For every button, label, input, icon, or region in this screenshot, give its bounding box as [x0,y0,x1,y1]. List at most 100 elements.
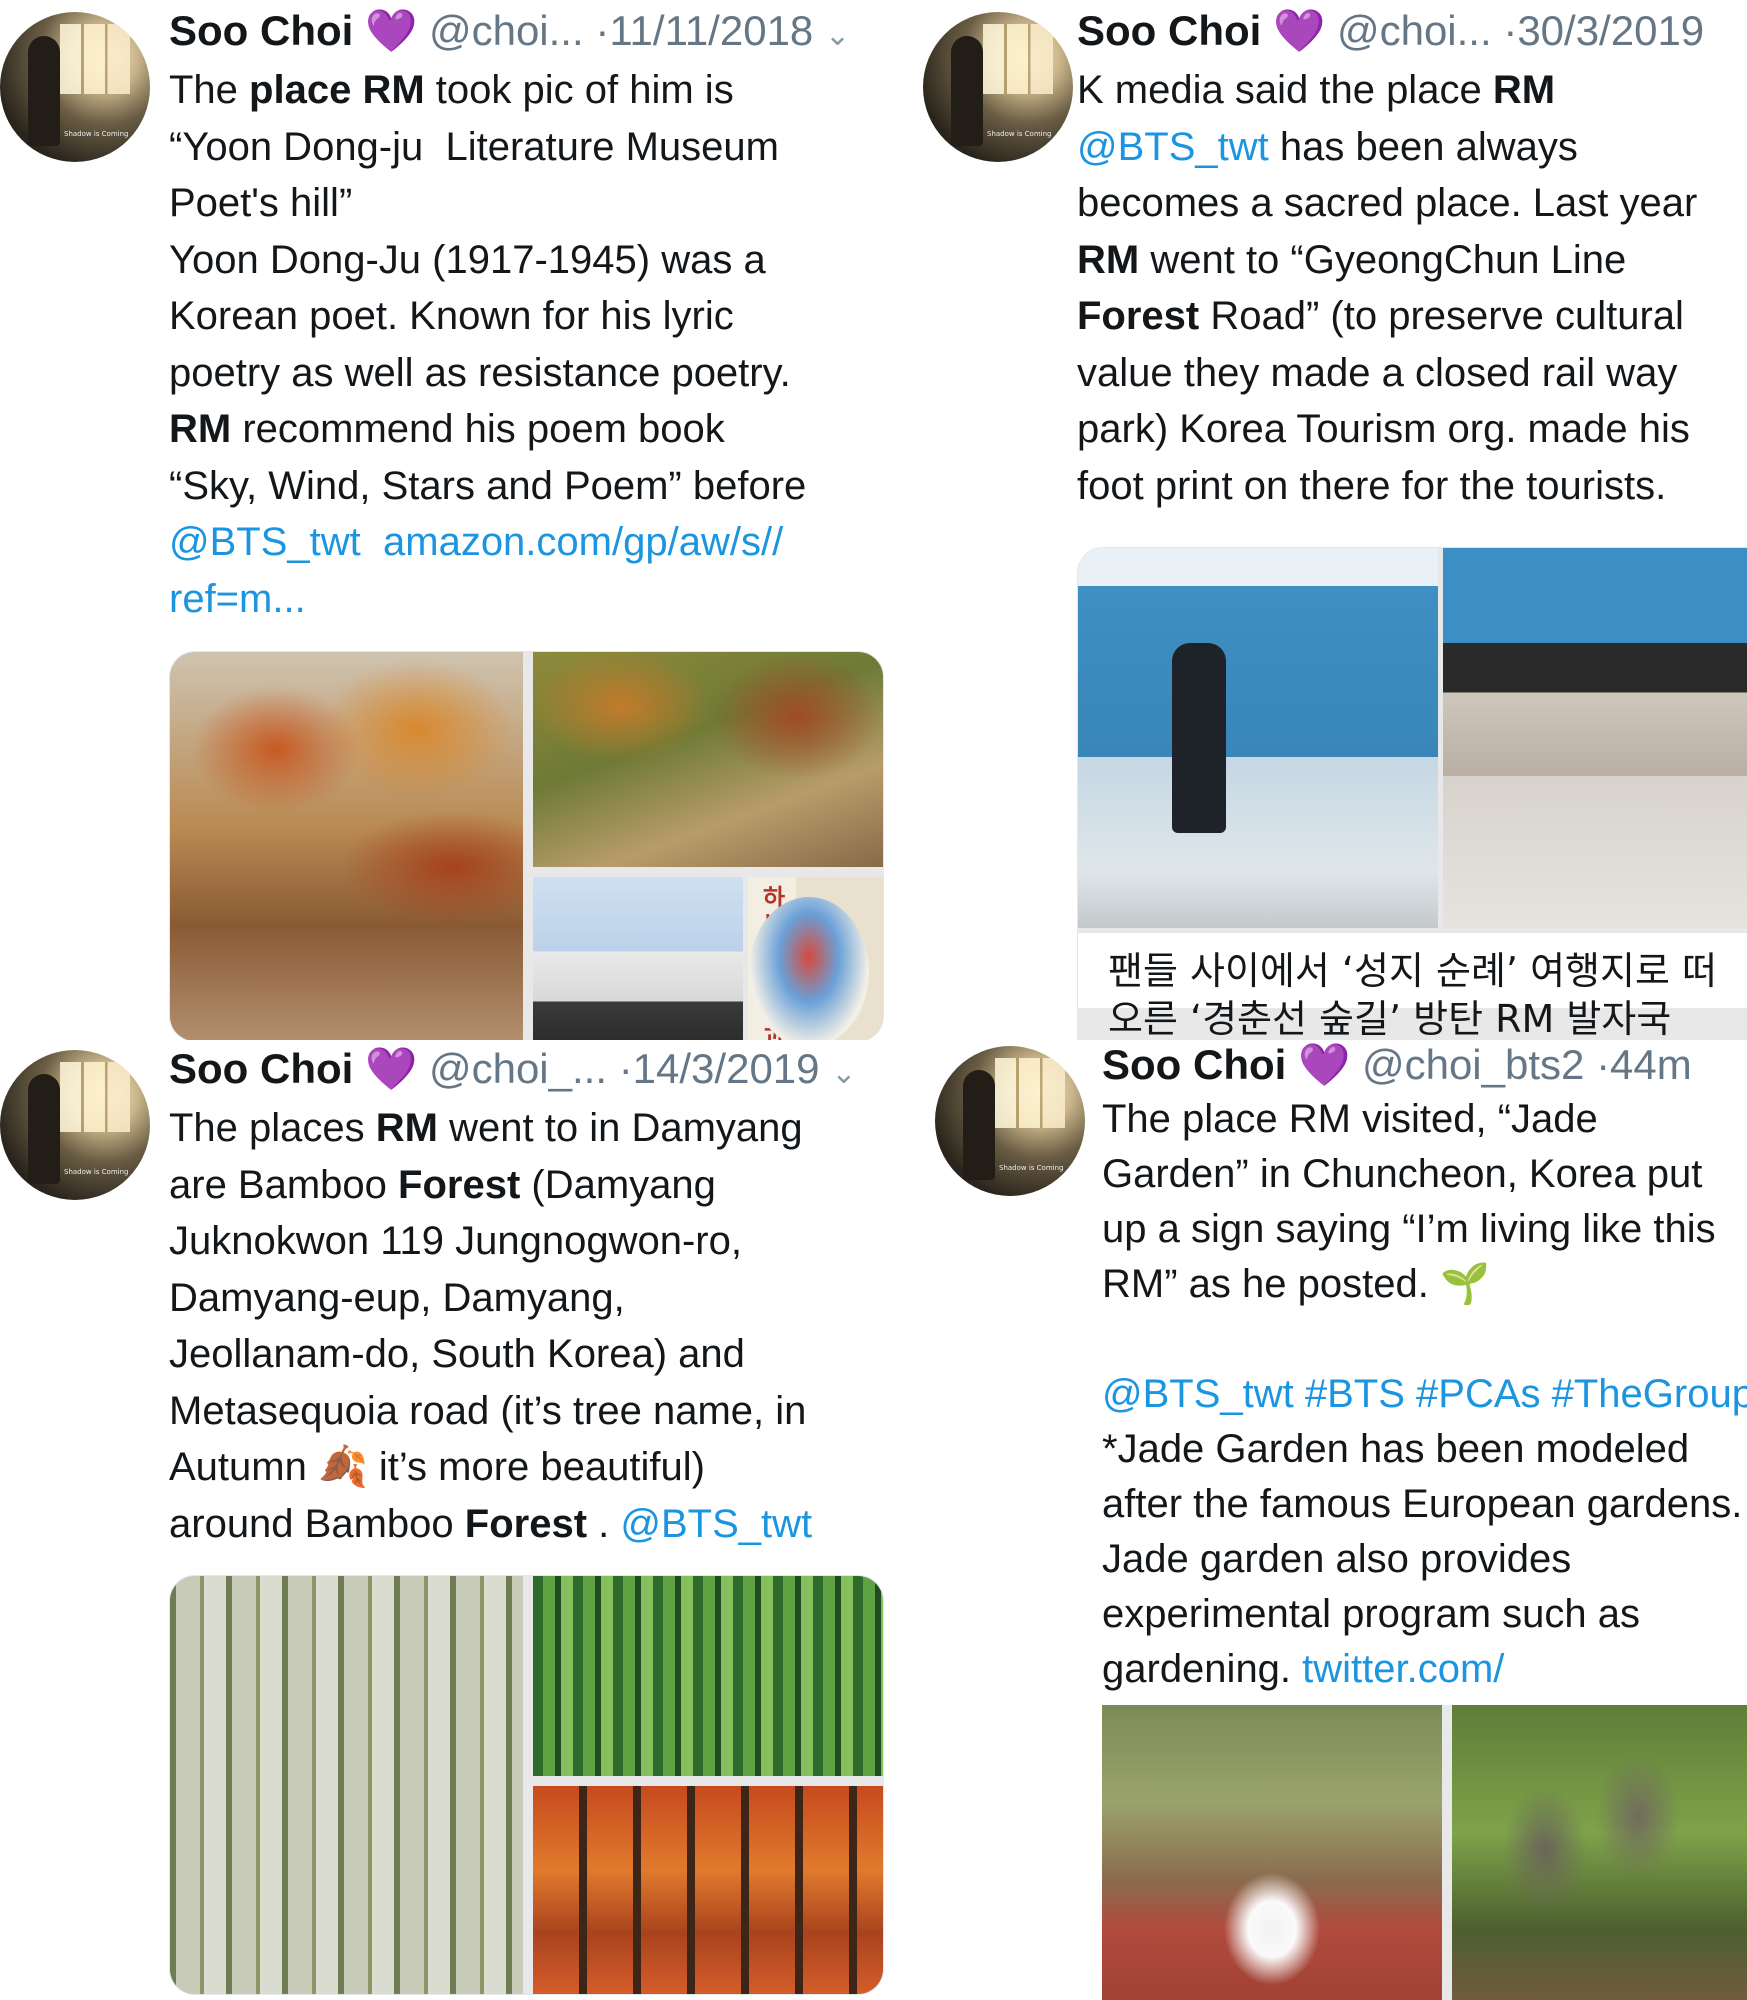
avatar-caption: Shadow is Coming [64,1168,129,1176]
text-segment: value they made a closed rail way [1077,350,1678,395]
tweet-3[interactable]: Shadow is Coming Soo Choi 💜 @choi_... ·1… [0,1040,900,2000]
tweet-date[interactable]: ·14/3/2019 [619,1045,820,1092]
avatar-caption: Shadow is Coming [999,1164,1064,1172]
text-segment: Korean poet. Known for his lyric [169,294,734,338]
tweet-link[interactable]: ref=m... [169,577,306,621]
display-name[interactable]: Soo Choi [1102,1041,1286,1088]
text-segment: Yoon Dong-Ju (1917-1945) was a [169,237,766,282]
text-segment: Autumn [169,1445,318,1489]
user-handle[interactable]: @choi_bts2 [1362,1041,1584,1088]
text-segment: Jade garden also provides [1102,1537,1572,1581]
tweet-media-grid[interactable]: 하늘과바람과별과詩 [169,651,884,1040]
tweet-link[interactable]: amazon.com/gp/aw/s// [383,520,783,564]
purple-heart-icon: 💜 [364,1045,418,1092]
fenced-path-photo[interactable] [533,652,883,867]
tweet-link[interactable]: @BTS_twt [620,1502,812,1546]
avatar-caption: Shadow is Coming [64,130,129,138]
bold-keyword: RM [1077,237,1140,282]
tweet-4[interactable]: Shadow is Coming Soo Choi 💜 @choi_bts2 ·… [910,1040,1747,2000]
text-segment: *Jade Garden has been modeled [1102,1427,1690,1471]
bold-keyword: RM [375,1106,438,1150]
text-segment: The places [169,1106,376,1150]
footprint-steps-photo[interactable] [1443,548,1747,928]
tweet-text-line: Jade garden also provides [1102,1532,1747,1587]
tweet-header: Soo Choi 💜 @choi_bts2 ·44m [1102,1040,1692,1090]
text-segment: Jeollanam-do, South Korea) and [169,1332,745,1376]
user-handle[interactable]: @choi_... [429,1045,607,1092]
text-segment: it’s more beautiful) [367,1445,705,1489]
text-segment: are Bamboo [169,1162,399,1207]
metasequoia-road-photo[interactable] [533,1786,883,1994]
tweet-date[interactable]: ·44m [1596,1041,1692,1088]
text-segment: Damyang-eup, Damyang, [169,1275,625,1320]
tweet-text-line: Korean poet. Known for his lyric [169,288,889,345]
text-segment: recommend his poem book [231,407,725,451]
text-segment: went to in Damyang [438,1106,803,1150]
display-name[interactable]: Soo Choi [1077,7,1261,54]
tweet-link-card[interactable]: 팬들 사이에서 ‘성지 순례’ 여행지로 떠 오른 ‘경춘선 숲길’ 방탄 RM… [1077,547,1747,1040]
chevron-down-icon[interactable]: ⌄ [825,19,850,52]
autumn-path-photo[interactable] [170,652,523,1040]
display-name[interactable]: Soo Choi [169,1045,353,1092]
jade-garden-rm-photo[interactable] [1102,1705,1442,2000]
seedling-icon: 🌱 [1439,1262,1490,1306]
tweet-text: K media said the place RM @BTS_twt has be… [1077,62,1747,514]
tweet-link[interactable]: @BTS_twt [169,520,361,564]
display-name[interactable]: Soo Choi [169,7,353,54]
bold-keyword: RM [1492,68,1556,112]
link-card-title[interactable]: 팬들 사이에서 ‘성지 순례’ 여행지로 떠 오른 ‘경춘선 숲길’ 방탄 RM… [1078,933,1747,1040]
bold-keyword: Forest [464,1501,588,1546]
tweet-text-line: up a sign saying “I’m living like this [1102,1202,1747,1257]
tweet-media-grid[interactable] [169,1575,884,1995]
tweet-text-line: ref=m... [169,571,889,628]
tweet-media-grid[interactable] [1102,1705,1747,2000]
avatar[interactable]: Shadow is Coming [0,12,150,162]
bamboo-forest-photo[interactable] [533,1576,883,1776]
tweet-text-line: park) Korea Tourism org. made his [1077,401,1747,458]
tweet-text-line: value they made a closed rail way [1077,345,1747,402]
tweet-text-line: RM went to “GyeongChun Line [1077,232,1747,289]
tweet-link[interactable]: @BTS_twt [1077,125,1269,169]
user-handle[interactable]: @choi... [429,7,584,54]
text-segment: Garden” in Chuncheon, Korea put [1102,1152,1703,1196]
tweet-date[interactable]: ·30/3/2019 [1503,7,1704,54]
jade-garden-sign-photo[interactable] [1452,1705,1747,2000]
user-handle[interactable]: @choi... [1337,7,1492,54]
poem-book-photo[interactable]: 하늘과바람과별과詩 [748,877,883,1040]
text-segment: foot print on there for the tourists. [1077,463,1667,508]
tweet-text-line: experimental program such as [1102,1587,1747,1642]
tweet-text-line: Metasequoia road (it’s tree name, in [169,1383,889,1440]
tweet-text-line: foot print on there for the tourists. [1077,458,1747,515]
text-segment: took pic of him is [424,68,734,112]
tweet-text-line: Garden” in Chuncheon, Korea put [1102,1147,1747,1202]
tweet-1[interactable]: Shadow is Coming Soo Choi 💜 @choi... ·11… [0,0,900,1040]
text-segment: around Bamboo [169,1501,465,1546]
tweet-text-line: gardening. twitter.com/ [1102,1642,1747,1697]
chevron-down-icon[interactable]: ⌄ [831,1057,856,1090]
avatar[interactable]: Shadow is Coming [935,1046,1085,1196]
tweet-link[interactable]: twitter.com/ [1302,1647,1504,1691]
bamboo-walk-photo[interactable] [170,1576,523,1994]
tweet-text: The place RM visited, “Jade Garden” in Ch… [1102,1092,1747,1697]
text-segment: (Damyang [520,1162,716,1207]
avatar[interactable]: Shadow is Coming [923,12,1073,162]
purple-heart-icon: 💜 [1272,7,1326,54]
tweet-link[interactable]: @BTS_twt #BTS #PCAs #TheGroup [1102,1372,1747,1416]
train-photo[interactable] [1078,548,1438,928]
avatar-caption: Shadow is Coming [987,130,1052,138]
tweet-text-line: @BTS_twt #BTS #PCAs #TheGroup [1102,1367,1747,1422]
avatar[interactable]: Shadow is Coming [0,1050,150,1200]
museum-photo[interactable] [533,877,743,1040]
text-segment: park) Korea Tourism org. made his [1077,407,1690,451]
tweet-date[interactable]: ·11/11/2018 [595,7,813,54]
tweet-text-line: poetry as well as resistance poetry. [169,345,889,402]
tweet-text-line: Yoon Dong-Ju (1917-1945) was a [169,232,889,289]
tweet-text-line: The place RM took pic of him is [169,62,889,119]
text-segment: Juknokwon 119 Jungnogwon-ro, [169,1219,742,1263]
tweet-text-line: RM” as he posted. 🌱 [1102,1257,1747,1312]
tweet-text-line [1102,1312,1747,1367]
tweet-2[interactable]: Shadow is Coming Soo Choi 💜 @choi... ·30… [910,0,1747,1040]
text-segment: poetry as well as resistance poetry. [169,350,791,395]
text-segment: went to “GyeongChun Line [1139,237,1627,282]
tweet-text-line: Autumn 🍂 it’s more beautiful) [169,1439,889,1496]
